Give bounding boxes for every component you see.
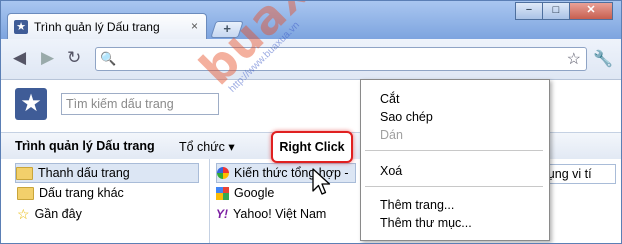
page-title: Trình quản lý Dấu trang xyxy=(15,139,155,153)
mouse-cursor-icon xyxy=(312,168,331,195)
menu-item-add-page[interactable]: Thêm trang... xyxy=(380,198,454,212)
list-item-label: Yahoo! Việt Nam xyxy=(233,207,327,221)
browser-toolbar: ◀ ▶ ↻ 🔍 ☆ 🔧 xyxy=(1,39,621,80)
tree-item-recent[interactable]: ☆ Gần đây xyxy=(17,205,82,223)
right-click-callout: Right Click xyxy=(271,131,353,163)
folder-icon xyxy=(17,186,34,200)
window-controls: − □ ✕ xyxy=(515,2,613,20)
tab-bookmark-manager[interactable]: ★ Trình quản lý Dấu trang × xyxy=(7,13,207,40)
yahoo-favicon: Y! xyxy=(216,207,228,221)
tree-item-other-bookmarks[interactable]: Dấu trang khác xyxy=(17,184,124,202)
menu-item-cut[interactable]: Cắt xyxy=(380,92,399,106)
list-item[interactable]: Kiến thức tổng hợp - xyxy=(216,163,356,183)
menu-separator xyxy=(365,150,543,151)
list-item-label: Google xyxy=(234,186,275,200)
tree-item-bookmarks-bar[interactable]: Thanh dấu trang xyxy=(15,163,199,183)
menu-item-paste: Dán xyxy=(380,128,403,142)
maximize-button[interactable]: □ xyxy=(542,2,570,20)
context-menu: Cắt Sao chép Dán Xoá Thêm trang... Thêm … xyxy=(360,79,550,241)
tree-item-label: Dấu trang khác xyxy=(39,186,124,200)
folder-tree: Thanh dấu trang Dấu trang khác ☆ Gần đây xyxy=(1,159,210,243)
tab-close-icon[interactable]: × xyxy=(191,19,198,33)
list-item[interactable]: Google xyxy=(216,184,274,202)
bookmark-star-icon: ★ xyxy=(15,88,47,120)
back-arrow-icon[interactable]: ◀ xyxy=(13,48,26,68)
wrench-icon[interactable]: 🔧 xyxy=(593,49,613,69)
list-item[interactable]: Y! Yahoo! Việt Nam xyxy=(216,205,326,223)
reload-icon[interactable]: ↻ xyxy=(67,48,81,68)
browser-window: ★ Trình quản lý Dấu trang × + − □ ✕ ◀ ▶ … xyxy=(0,0,622,244)
page-icon: 🔍 xyxy=(100,51,117,66)
search-input[interactable]: Tìm kiếm dấu trang xyxy=(61,93,219,115)
organize-menu-button[interactable]: Tổ chức ▾ xyxy=(179,139,235,154)
search-placeholder: Tìm kiếm dấu trang xyxy=(66,97,174,111)
star-outline-icon[interactable]: ☆ xyxy=(567,49,581,69)
google-favicon xyxy=(216,186,229,200)
tree-item-label: Thanh dấu trang xyxy=(38,166,130,180)
minimize-button[interactable]: − xyxy=(515,2,543,20)
bookmark-star-icon: ★ xyxy=(14,20,28,34)
menu-item-copy[interactable]: Sao chép xyxy=(380,110,433,124)
star-icon: ☆ xyxy=(17,205,30,222)
tab-title: Trình quản lý Dấu trang xyxy=(34,20,160,34)
forward-arrow-icon[interactable]: ▶ xyxy=(41,48,54,68)
site-favicon xyxy=(217,167,229,179)
close-button[interactable]: ✕ xyxy=(569,2,613,20)
address-bar[interactable]: 🔍 ☆ xyxy=(95,47,587,71)
menu-item-delete[interactable]: Xoá xyxy=(380,164,402,178)
folder-open-icon xyxy=(16,166,33,180)
tree-item-label: Gần đây xyxy=(34,207,82,221)
menu-item-add-folder[interactable]: Thêm thư mục... xyxy=(380,216,472,230)
menu-separator xyxy=(365,186,543,187)
